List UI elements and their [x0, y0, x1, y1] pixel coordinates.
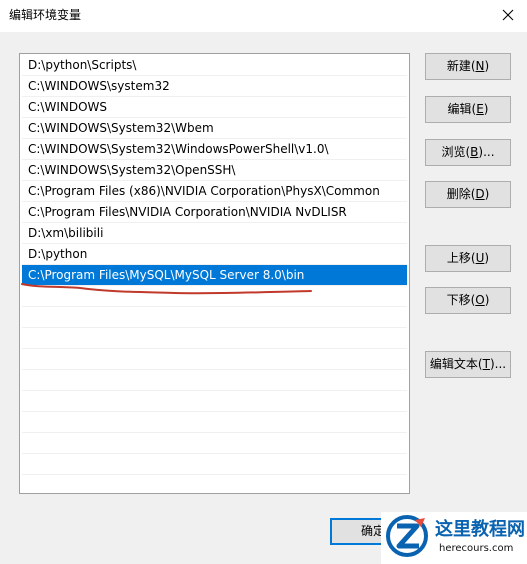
- empty-list-row: [22, 307, 407, 328]
- list-item[interactable]: C:\WINDOWS: [22, 97, 407, 118]
- edit-button-key: E: [476, 102, 484, 116]
- list-item[interactable]: D:\python: [22, 244, 407, 265]
- list-item[interactable]: C:\WINDOWS\System32\Wbem: [22, 118, 407, 139]
- list-item[interactable]: D:\python\Scripts\: [22, 55, 407, 76]
- watermark: 这里教程网 herecours.com: [381, 512, 527, 564]
- list-item[interactable]: C:\Program Files\NVIDIA Corporation\NVID…: [22, 202, 407, 223]
- list-item[interactable]: C:\Program Files\MySQL\MySQL Server 8.0\…: [22, 265, 407, 286]
- list-item[interactable]: D:\xm\bilibili: [22, 223, 407, 244]
- edit-button-label: 编辑(: [447, 102, 477, 116]
- move-up-button[interactable]: 上移(U): [425, 245, 511, 272]
- empty-list-row: [22, 433, 407, 454]
- edit-button[interactable]: 编辑(E): [425, 96, 511, 123]
- list-item[interactable]: C:\WINDOWS\System32\OpenSSH\: [22, 160, 407, 181]
- close-button[interactable]: [497, 5, 519, 25]
- close-icon: [502, 9, 514, 21]
- watermark-main-text: 这里教程网: [435, 519, 525, 540]
- edit-button-end: ): [483, 102, 489, 116]
- empty-list-row: [22, 475, 407, 493]
- edit-text-button-end: )...: [489, 357, 507, 371]
- delete-button-end: ): [484, 187, 490, 201]
- move-up-button-end: ): [484, 251, 490, 265]
- browse-button-label: 浏览(: [441, 145, 471, 159]
- edit-text-button-label: 编辑文本(: [429, 357, 483, 371]
- new-button[interactable]: 新建(N): [425, 53, 511, 80]
- browse-button-end: )...: [478, 145, 495, 159]
- delete-button[interactable]: 删除(D): [425, 181, 511, 208]
- delete-button-key: D: [475, 187, 485, 201]
- empty-list-row: [22, 370, 407, 391]
- empty-list-row: [22, 391, 407, 412]
- list-item[interactable]: C:\WINDOWS\system32: [22, 76, 407, 97]
- delete-button-label: 删除(: [446, 187, 476, 201]
- list-item[interactable]: C:\Program Files (x86)\NVIDIA Corporatio…: [22, 181, 407, 202]
- move-down-button[interactable]: 下移(O): [425, 287, 511, 314]
- new-button-end: ): [484, 59, 490, 73]
- list-item[interactable]: C:\WINDOWS\System32\WindowsPowerShell\v1…: [22, 139, 407, 160]
- watermark-sub-text: herecours.com: [439, 543, 514, 554]
- empty-list-row: [22, 286, 407, 307]
- empty-list-row: [22, 412, 407, 433]
- empty-list-row: [22, 328, 407, 349]
- move-down-button-label: 下移(: [446, 293, 476, 307]
- path-list[interactable]: D:\python\Scripts\ C:\WINDOWS\system32 C:\…: [19, 53, 410, 494]
- edit-text-button[interactable]: 编辑文本(T)...: [425, 351, 511, 378]
- new-button-label: 新建(: [446, 59, 476, 73]
- edit-environment-variable-dialog: 编辑环境变量 D:\python\Scripts\ C:\WINDOWS\syst…: [0, 0, 527, 564]
- logo-icon: [386, 515, 428, 557]
- edit-text-button-key: T: [482, 357, 490, 371]
- title-bar: 编辑环境变量: [0, 0, 527, 32]
- empty-list-row: [22, 349, 407, 370]
- window-title: 编辑环境变量: [9, 8, 82, 22]
- empty-list-row: [22, 454, 407, 475]
- move-down-button-key: O: [475, 293, 485, 307]
- move-up-button-label: 上移(: [446, 251, 476, 265]
- browse-button[interactable]: 浏览(B)...: [425, 139, 511, 166]
- move-down-button-end: ): [484, 293, 490, 307]
